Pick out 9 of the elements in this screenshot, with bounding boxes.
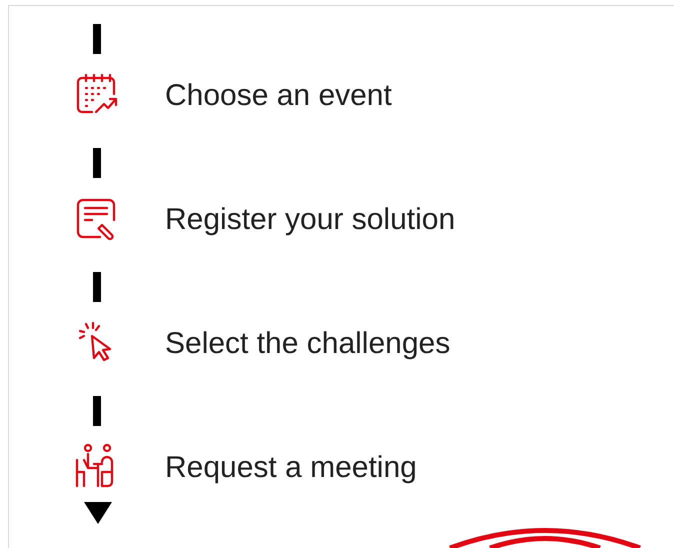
dashed-connector [93,272,101,302]
dashed-connector [93,148,101,178]
step-label: Request a meeting [165,450,417,486]
dashed-connector [93,24,101,54]
step-label: Choose an event [165,78,392,114]
step-label: Register your solution [165,202,456,238]
down-arrow-icon [84,502,112,524]
dashed-connector [93,396,101,426]
step-label: Select the challenges [165,326,450,362]
